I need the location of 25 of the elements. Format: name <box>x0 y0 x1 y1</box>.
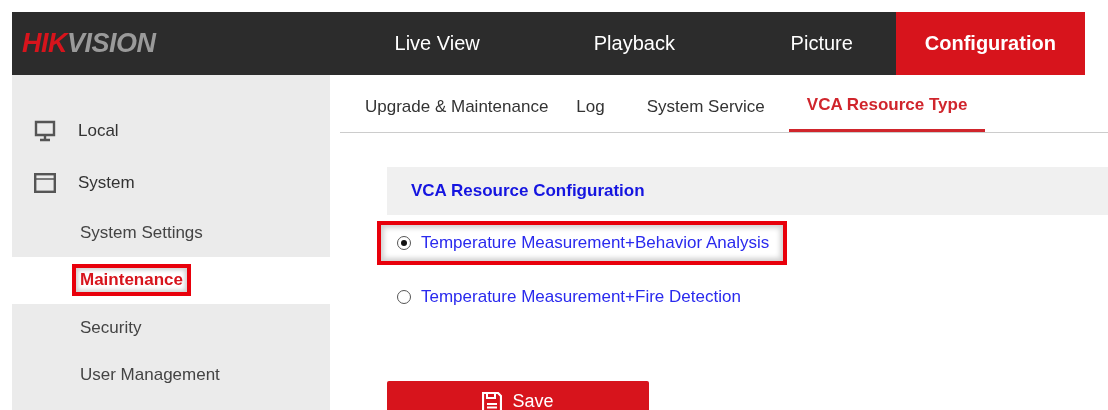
sidebar-item[interactable]: Local <box>78 121 119 141</box>
tab[interactable]: Upgrade & Maintenance <box>365 97 549 132</box>
monitor-icon <box>34 120 56 142</box>
sidebar-item[interactable]: System <box>78 173 135 193</box>
nav-tab[interactable]: Playback <box>520 12 748 75</box>
radio-button[interactable] <box>397 290 411 304</box>
tab[interactable]: System Service <box>646 97 765 132</box>
logo: HIKVISION <box>21 28 158 59</box>
save-icon <box>482 391 503 410</box>
radio-option[interactable]: Temperature Measurement+Behavior Analysis <box>377 221 788 265</box>
nav-tab[interactable]: Configuration <box>895 12 1085 75</box>
nav-tab[interactable]: Live View <box>353 12 521 75</box>
window-icon <box>34 173 56 193</box>
radio-option[interactable]: Temperature Measurement+Fire Detection <box>377 275 759 319</box>
selected-sidebar-row[interactable]: Maintenance <box>12 256 330 304</box>
sidebar-subitem[interactable]: Maintenance <box>72 264 191 297</box>
sidebar-subitem[interactable]: System Settings <box>72 216 211 249</box>
tab[interactable]: VCA Resource Type <box>788 95 986 132</box>
radio-button[interactable] <box>397 236 411 250</box>
sidebar-subitem[interactable]: User Management <box>72 359 228 392</box>
sidebar-subitem[interactable]: Security <box>72 311 150 344</box>
tab[interactable]: Log <box>576 97 605 132</box>
save-button[interactable]: Save <box>387 381 649 410</box>
section-title: VCA Resource Configuration <box>387 167 1108 215</box>
nav-tab[interactable]: Picture <box>747 12 896 75</box>
